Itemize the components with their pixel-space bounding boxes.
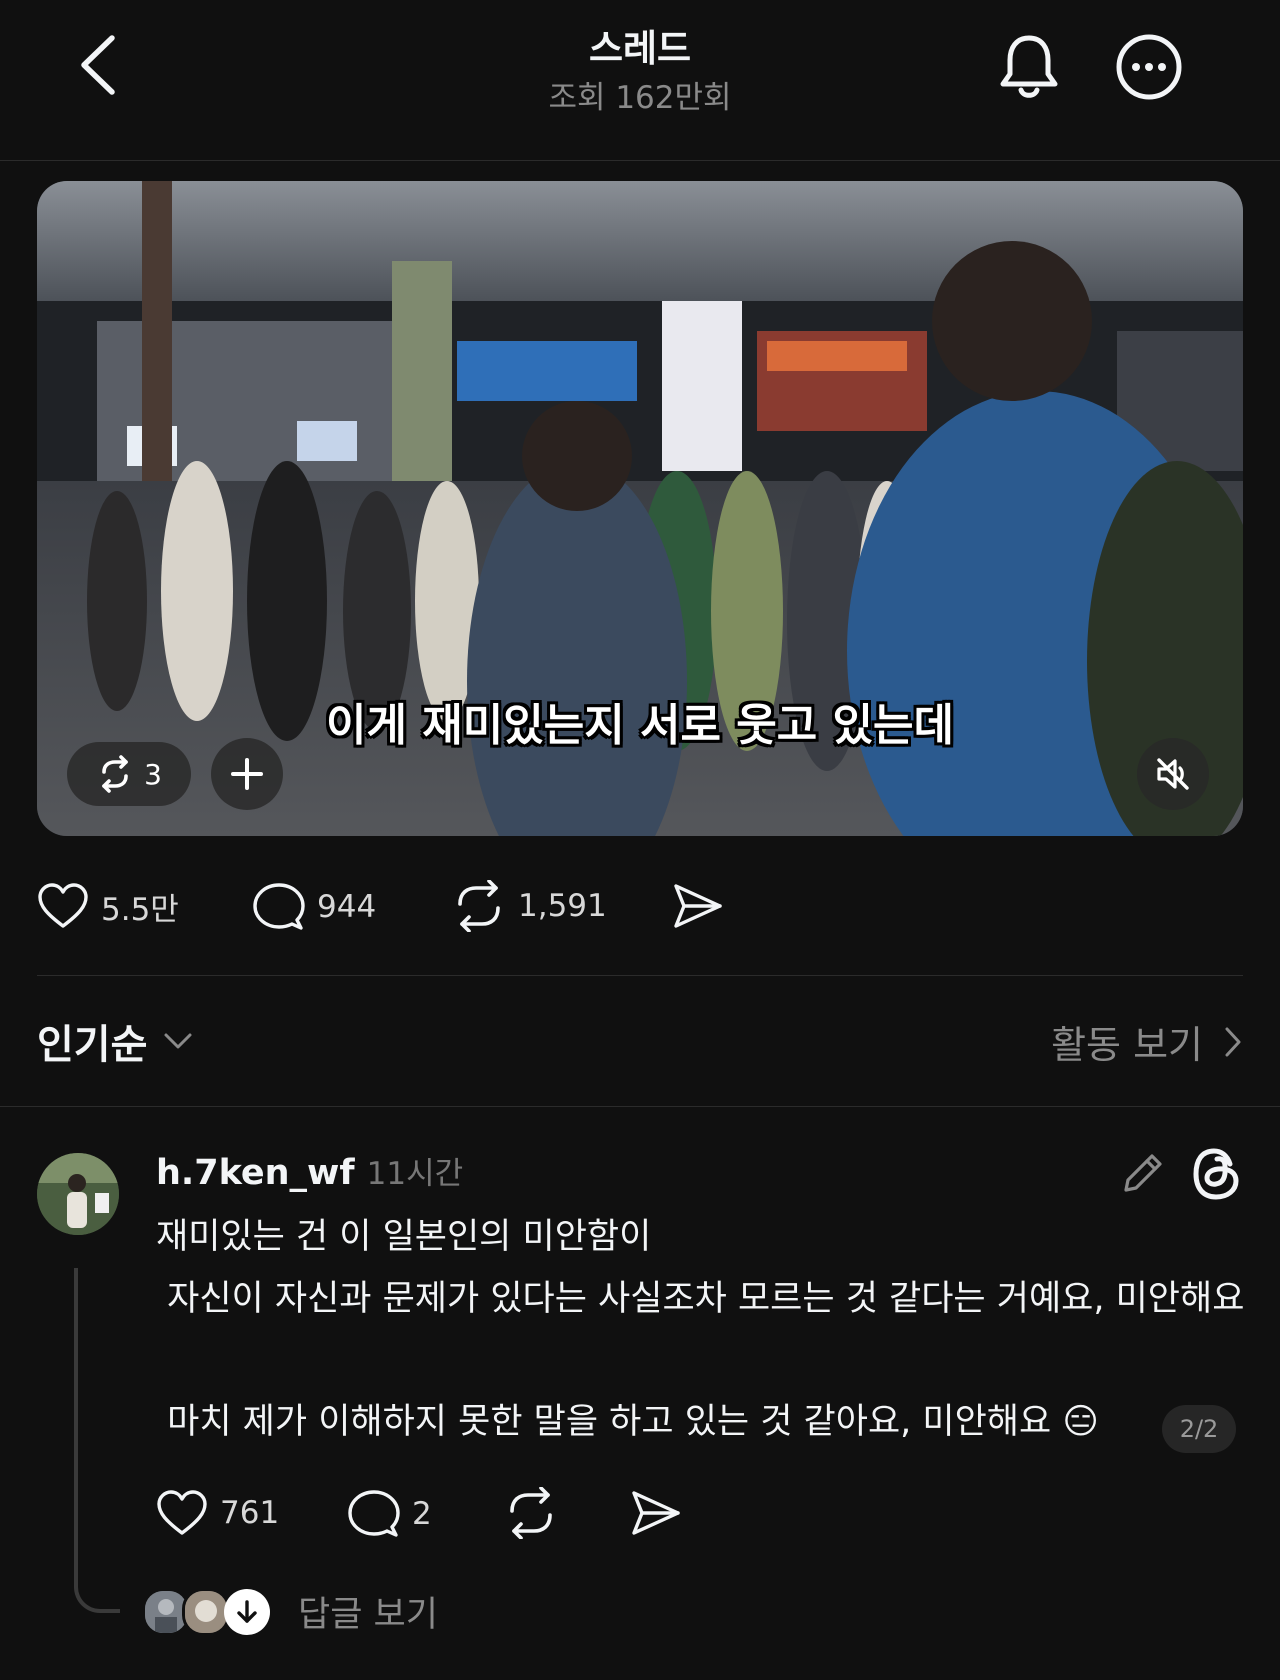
comment-count: 944 xyxy=(317,889,377,925)
like-button[interactable]: 5.5만 xyxy=(37,882,179,930)
actions-divider xyxy=(37,975,1243,976)
chevron-right-icon xyxy=(1225,1027,1241,1056)
edit-button[interactable] xyxy=(1120,1150,1166,1196)
pencil-icon xyxy=(1124,1154,1162,1192)
speaker-muted-icon xyxy=(1157,758,1189,790)
arrow-down-icon xyxy=(237,1599,257,1623)
view-replies-link[interactable]: 답글 보기 xyxy=(142,1586,438,1637)
avatar-image xyxy=(37,1153,119,1235)
video-caption: 이게 재미있는지 서로 웃고 있는데 xyxy=(326,700,954,751)
view-replies-label: 답글 보기 xyxy=(298,1595,438,1635)
add-button[interactable] xyxy=(211,738,283,810)
sort-label: 인기순 xyxy=(37,1022,148,1068)
reply-repost-button[interactable] xyxy=(504,1487,558,1539)
comment-button[interactable]: 944 xyxy=(253,882,376,932)
reply-like-button[interactable]: 761 xyxy=(156,1489,279,1537)
username[interactable]: h.7ken_wf xyxy=(156,1153,355,1193)
reply-line-3: 마치 제가 이해하지 못한 말을 하고 있는 것 같아요, 미안해요 😑 xyxy=(156,1402,1099,1442)
header-divider xyxy=(0,160,1280,161)
video-player[interactable]: 이게 재미있는지 서로 웃고 있는데 3 xyxy=(37,181,1243,836)
comment-icon xyxy=(253,883,305,930)
chevron-down-icon xyxy=(164,1033,192,1049)
repost-icon xyxy=(102,755,128,793)
repost-count: 3 xyxy=(144,757,162,791)
repost-count: 1,591 xyxy=(518,888,607,924)
reply-comment-count: 2 xyxy=(412,1496,432,1532)
repost-button[interactable]: 1,591 xyxy=(452,880,607,932)
notification-button[interactable] xyxy=(996,30,1062,102)
reply-avatar-image xyxy=(185,1590,227,1633)
section-divider xyxy=(0,1106,1280,1107)
reply-comment-button[interactable]: 2 xyxy=(348,1489,432,1539)
repost-icon xyxy=(458,880,500,932)
view-activity-label: 활동 보기 xyxy=(1051,1023,1203,1067)
more-circle-icon xyxy=(1116,34,1182,100)
threads-logo-button[interactable] xyxy=(1190,1146,1244,1202)
send-icon xyxy=(632,1491,680,1535)
view-activity-link[interactable]: 활동 보기 xyxy=(1051,1014,1243,1069)
page-title: 스레드 xyxy=(588,27,692,70)
reply-line-1: 재미있는 건 이 일본인의 미안함이 xyxy=(156,1217,652,1257)
heart-icon xyxy=(157,1490,207,1535)
view-count: 조회 162만회 xyxy=(548,80,732,116)
comment-icon xyxy=(348,1490,400,1537)
more-button[interactable] xyxy=(1115,33,1183,101)
threads-logo-icon xyxy=(1193,1148,1239,1200)
reply-avatar-image xyxy=(145,1590,187,1633)
repost-count-pill[interactable]: 3 xyxy=(67,742,191,806)
send-icon xyxy=(674,884,722,928)
avatar[interactable] xyxy=(37,1153,119,1235)
expand-replies-button[interactable] xyxy=(224,1588,270,1635)
reply-line-2: 자신이 자신과 문제가 있다는 사실조차 모르는 것 같다는 거예요, 미안해요 xyxy=(156,1279,1245,1319)
reply-header: h.7ken_wf 11시간 xyxy=(156,1148,463,1193)
reply-time: 11시간 xyxy=(366,1156,464,1192)
like-count: 5.5만 xyxy=(101,891,179,928)
sort-dropdown[interactable]: 인기순 xyxy=(37,1012,193,1070)
reply-avatar xyxy=(182,1587,230,1636)
heart-icon xyxy=(38,883,88,928)
share-button[interactable] xyxy=(672,882,724,930)
mute-button[interactable] xyxy=(1137,738,1209,810)
bell-icon xyxy=(1000,35,1058,98)
plus-icon xyxy=(231,758,263,790)
repost-icon xyxy=(510,1487,552,1539)
reply-like-count: 761 xyxy=(220,1495,280,1531)
reply-share-button[interactable] xyxy=(630,1489,682,1537)
page-badge: 2/2 xyxy=(1162,1405,1236,1453)
thread-line xyxy=(74,1268,120,1613)
